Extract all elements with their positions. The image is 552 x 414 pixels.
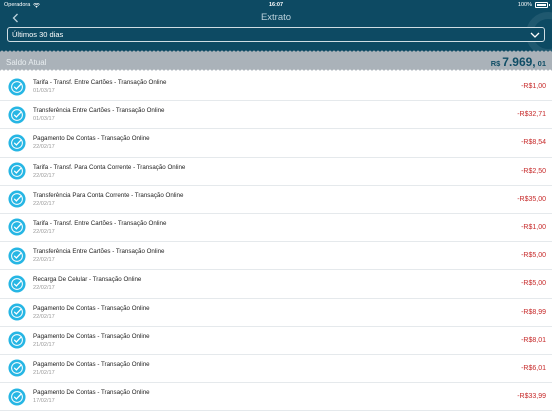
check-circle-icon xyxy=(8,303,26,321)
balance-cents: 01 xyxy=(537,59,546,68)
check-circle-icon xyxy=(8,190,26,208)
transaction-amount: -R$8,01 xyxy=(521,336,546,344)
transaction-amount: -R$35,00 xyxy=(517,195,546,203)
transaction-amount: -R$32,71 xyxy=(517,111,546,119)
transaction-row[interactable]: Pagamento De Contas - Transação Online 2… xyxy=(0,327,552,355)
status-right: 100% xyxy=(517,2,550,8)
transaction-amount: -R$5,00 xyxy=(521,252,546,260)
transaction-row[interactable]: Pagamento De Contas - Transação Online 2… xyxy=(0,299,552,327)
balance-bar: Saldo Atual R$ 7.969, 01 xyxy=(0,50,552,74)
transaction-description: Tarifa - Transf. Para Conta Corrente - T… xyxy=(33,163,186,171)
transaction-date: 17/02/17 xyxy=(33,398,55,405)
check-circle-icon xyxy=(8,162,26,180)
transaction-amount: -R$5,00 xyxy=(521,280,546,288)
transaction-row[interactable]: Tarifa - Transf. Para Conta Corrente - T… xyxy=(0,158,552,186)
transaction-description: Tarifa - Transf. Entre Cartões - Transaç… xyxy=(33,219,167,227)
transaction-description: Pagamento De Contas - Transação Online xyxy=(33,389,150,397)
transaction-list: Tarifa - Transf. Entre Cartões - Transaç… xyxy=(0,73,552,412)
transaction-amount: -R$6,01 xyxy=(521,364,546,372)
transaction-description: Transferência Entre Cartões - Transação … xyxy=(33,107,165,115)
transaction-amount: -R$8,99 xyxy=(521,308,546,316)
nav-bar: Extrato xyxy=(0,10,552,26)
transaction-amount: -R$8,54 xyxy=(521,139,546,147)
transaction-row[interactable]: Transferência Para Conta Corrente - Tran… xyxy=(0,186,552,214)
chevron-down-icon xyxy=(530,31,540,39)
transaction-row[interactable]: Transferência Entre Cartões - Transação … xyxy=(0,242,552,271)
status-time: 16:07 xyxy=(268,2,284,8)
transaction-row[interactable]: Tarifa - Transf. Entre Cartões - Transaç… xyxy=(0,73,552,102)
transaction-date: 22/02/17 xyxy=(33,172,55,179)
balance-currency: R$ xyxy=(490,59,501,68)
battery-percent: 100% xyxy=(517,2,532,8)
transaction-amount: -R$1,00 xyxy=(521,223,546,231)
transaction-description: Pagamento De Contas - Transação Online xyxy=(33,360,150,368)
check-circle-icon xyxy=(8,134,26,152)
status-bar: Operadora 16:07 100% xyxy=(0,0,552,9)
transaction-row[interactable]: Pagamento De Contas - Transação Online 1… xyxy=(0,383,552,412)
transaction-date: 22/02/17 xyxy=(33,228,55,235)
transaction-amount: -R$33,99 xyxy=(517,393,546,401)
transaction-date: 22/02/17 xyxy=(33,313,55,320)
battery-icon xyxy=(535,2,550,8)
check-circle-icon xyxy=(8,247,26,265)
balance-value: R$ 7.969, 01 xyxy=(491,55,546,69)
period-select[interactable]: Últimos 30 dias xyxy=(7,27,545,42)
page-title: Extrato xyxy=(260,12,292,23)
transaction-date: 22/02/17 xyxy=(33,144,55,151)
transaction-description: Transferência Para Conta Corrente - Tran… xyxy=(33,191,184,199)
transaction-description: Recarga De Celular - Transação Online xyxy=(33,276,142,284)
check-circle-icon xyxy=(8,359,26,377)
header: Operadora 16:07 100% Extrato Últimos 30 … xyxy=(0,0,552,52)
check-circle-icon xyxy=(8,275,26,293)
transaction-amount: -R$2,50 xyxy=(521,167,546,175)
transaction-row[interactable]: Pagamento De Contas - Transação Online 2… xyxy=(0,355,552,384)
transaction-date: 01/03/17 xyxy=(33,116,55,123)
transaction-row[interactable]: Recarga De Celular - Transação Online 22… xyxy=(0,270,552,299)
check-circle-icon xyxy=(8,106,26,124)
transaction-date: 22/02/17 xyxy=(33,285,55,292)
scallop-edge-top xyxy=(0,50,552,55)
transaction-description: Pagamento De Contas - Transação Online xyxy=(33,332,150,340)
check-circle-icon xyxy=(8,331,26,349)
check-circle-icon xyxy=(8,388,26,406)
transaction-date: 21/02/17 xyxy=(33,369,55,376)
transaction-description: Tarifa - Transf. Entre Cartões - Transaç… xyxy=(33,79,167,86)
transaction-description: Transferência Entre Cartões - Transação … xyxy=(33,248,165,256)
transaction-row[interactable]: Transferência Entre Cartões - Transação … xyxy=(0,101,552,130)
transaction-description: Pagamento De Contas - Transação Online xyxy=(33,135,150,143)
transaction-date: 22/02/17 xyxy=(33,200,55,207)
check-circle-icon xyxy=(8,218,26,236)
period-selected-value: Últimos 30 dias xyxy=(12,30,64,39)
transaction-date: 21/02/17 xyxy=(33,341,55,348)
transaction-date: 01/03/17 xyxy=(33,88,55,94)
transaction-date: 22/02/17 xyxy=(33,257,55,264)
transaction-description: Pagamento De Contas - Transação Online xyxy=(33,304,150,312)
transaction-amount: -R$1,00 xyxy=(521,83,546,90)
check-circle-icon xyxy=(8,77,26,96)
balance-amount: 7.969, xyxy=(502,55,536,69)
transaction-row[interactable]: Tarifa - Transf. Entre Cartões - Transaç… xyxy=(0,214,552,243)
balance-label: Saldo Atual xyxy=(6,58,47,67)
transaction-row[interactable]: Pagamento De Contas - Transação Online 2… xyxy=(0,129,552,158)
